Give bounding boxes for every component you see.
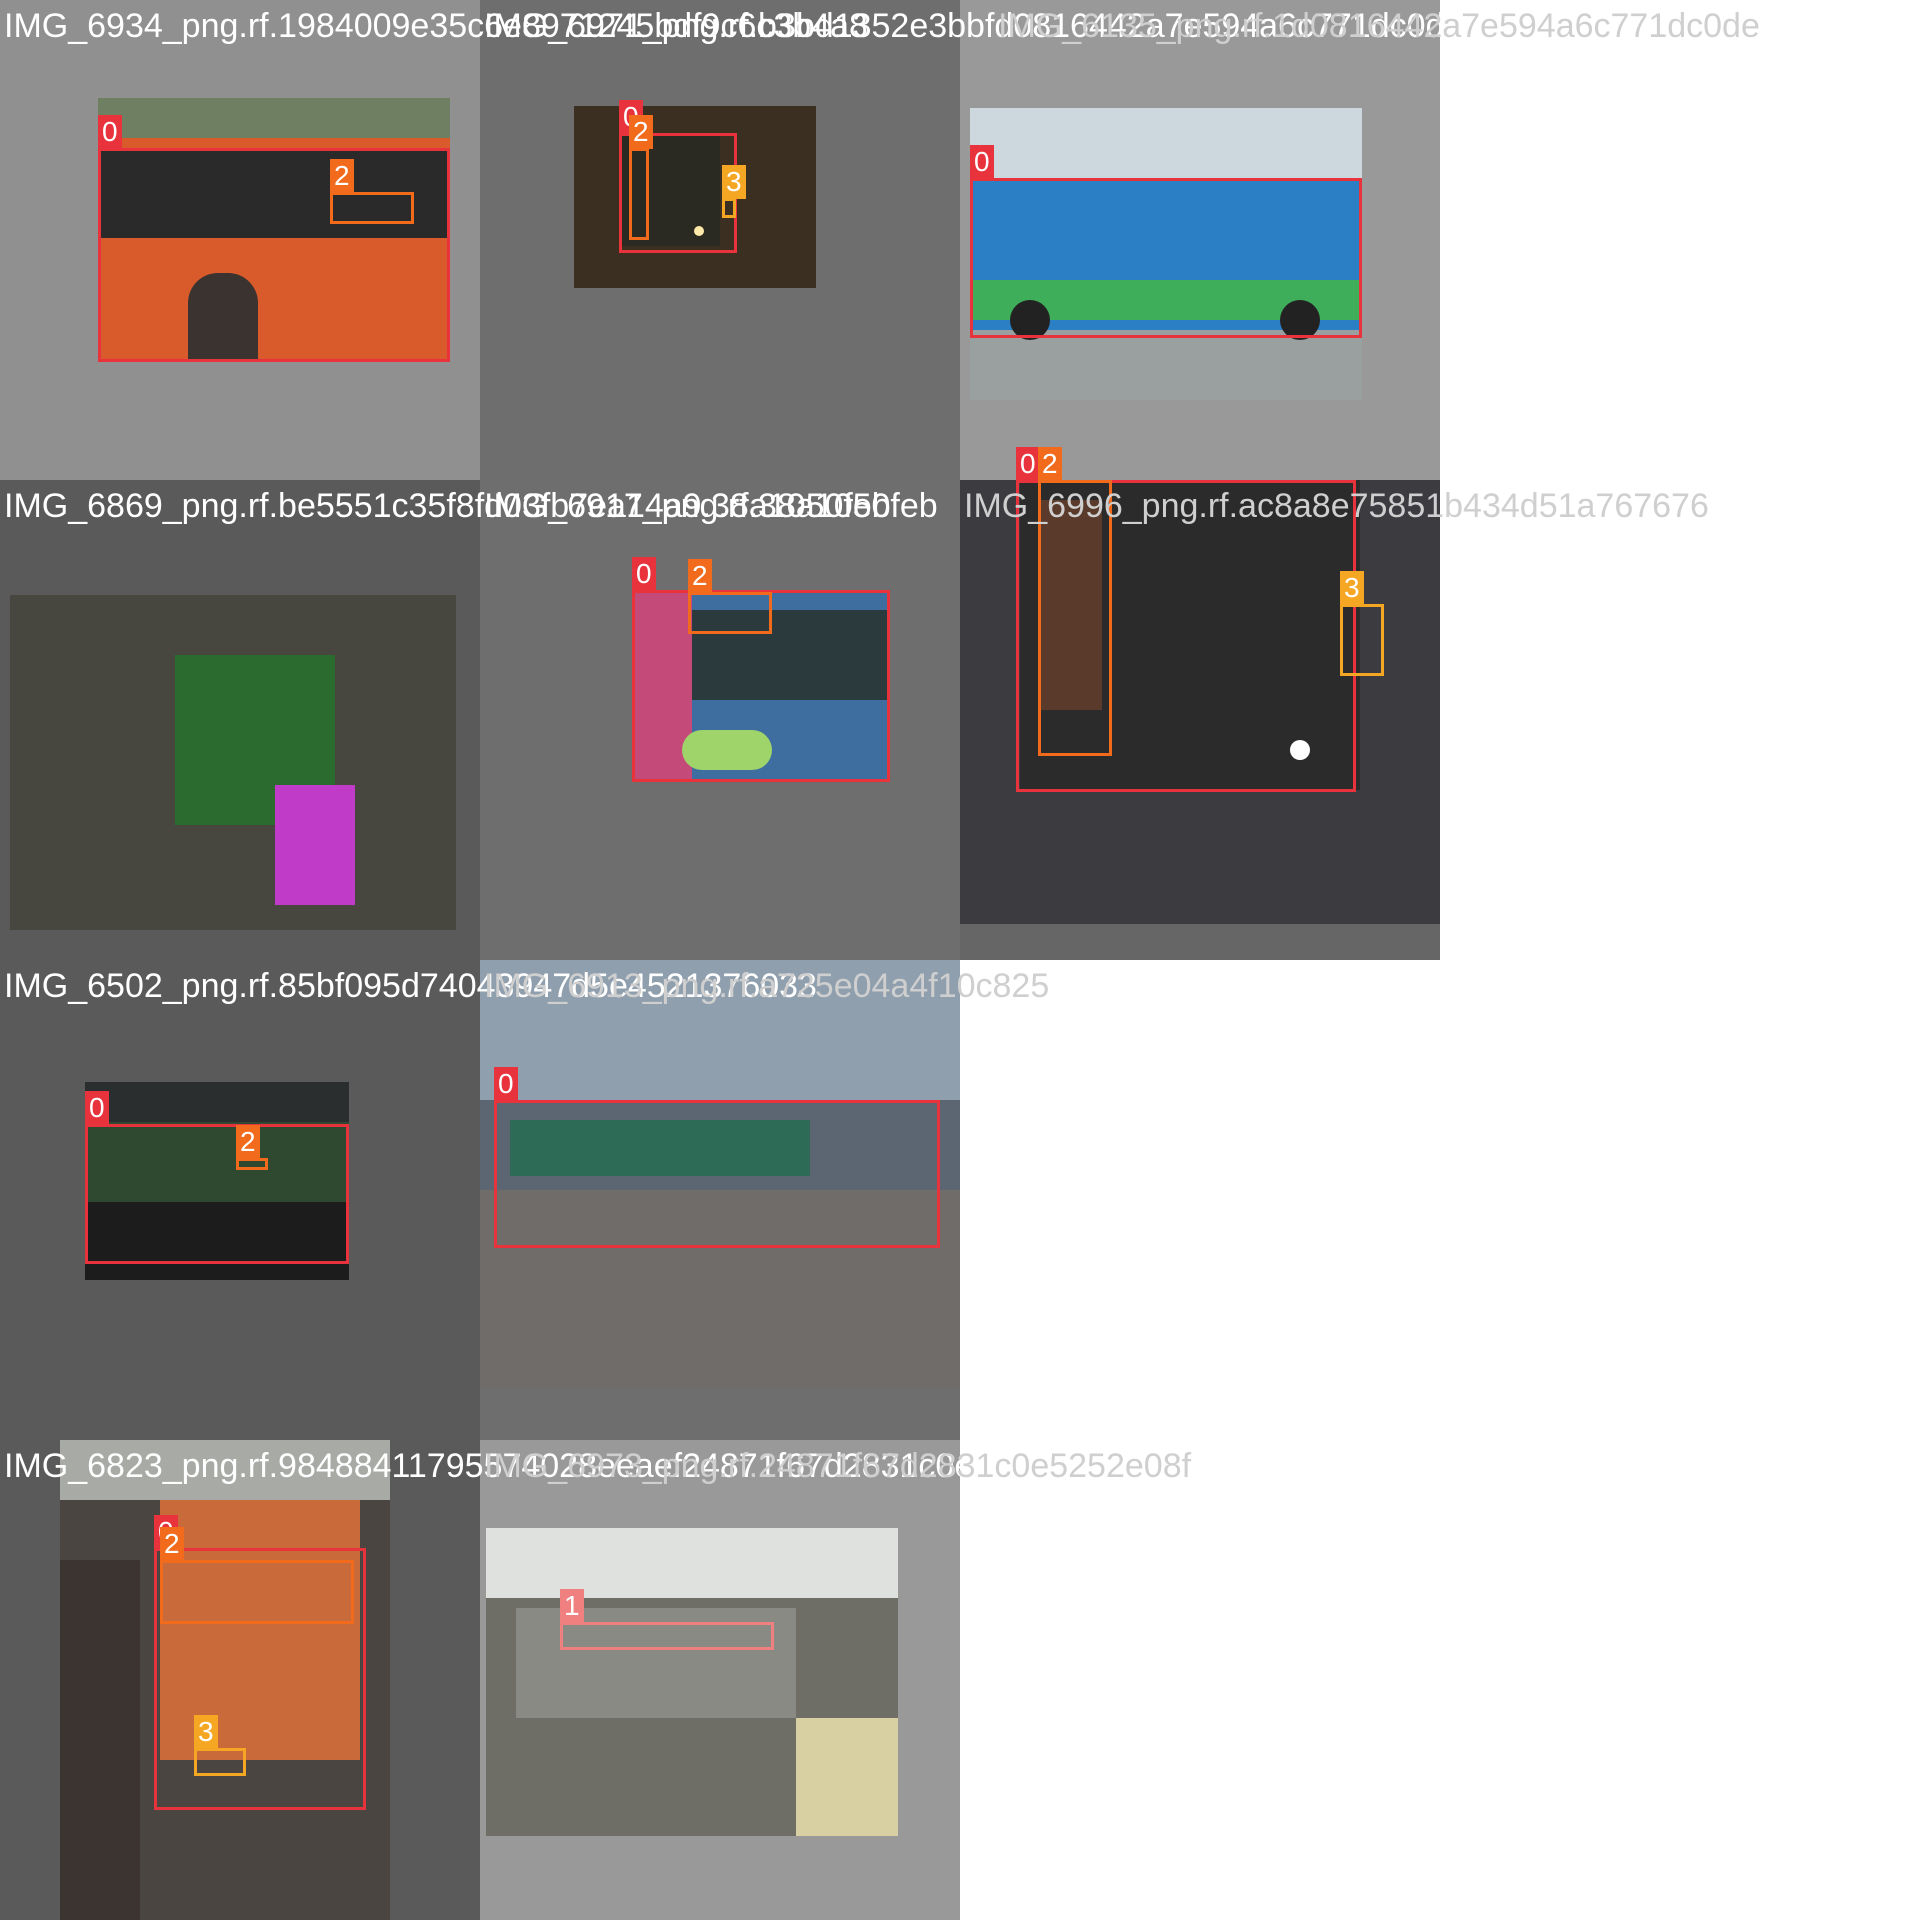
tile-3: 0 bbox=[960, 0, 1440, 480]
detection-mosaic: 0 2 0 2 3 0 bbox=[0, 0, 1920, 1920]
detection-box: 2 bbox=[236, 1125, 268, 1170]
box-label: 2 bbox=[160, 1527, 184, 1561]
box-label: 2 bbox=[330, 159, 354, 193]
detection-box: 3 bbox=[722, 165, 746, 218]
box-label: 0 bbox=[98, 115, 122, 149]
box-label: 0 bbox=[632, 557, 656, 591]
box-label: 0 bbox=[970, 145, 994, 179]
tile-caption: IMG_6913_png.rf.a725e04a4f10c825 bbox=[484, 967, 1050, 1005]
box-label: 0 bbox=[85, 1091, 109, 1125]
photo-bus-stop-shelter bbox=[486, 1528, 898, 1836]
detection-box: 0 bbox=[970, 145, 1362, 338]
detection-box: 1 bbox=[560, 1589, 774, 1650]
tile-4: 0 2 3 bbox=[0, 480, 480, 1312]
detection-box: 0 bbox=[85, 1091, 349, 1264]
tile-caption: IMG_6996_png.rf.ac8a8e75851b434d51a76767… bbox=[964, 487, 1709, 525]
detection-box: 2 bbox=[688, 559, 772, 634]
box-label: 2 bbox=[688, 559, 712, 593]
tile-caption: IMG_6917_png.rf.38a1050feb bbox=[484, 487, 938, 525]
detection-box: 2 bbox=[629, 115, 653, 240]
box-label: 1 bbox=[560, 1589, 584, 1623]
tile-10: 1 bbox=[480, 1440, 960, 1920]
tile-9: 0 2 3 bbox=[0, 1440, 480, 1920]
tile-2: 0 2 3 bbox=[480, 0, 960, 480]
box-label: 2 bbox=[1038, 447, 1062, 481]
box-label: 2 bbox=[629, 115, 653, 149]
detection-box: 2 bbox=[160, 1527, 354, 1624]
detection-box: 2 bbox=[330, 159, 414, 224]
box-label: 2 bbox=[236, 1125, 260, 1159]
tile-7: 0 2 bbox=[0, 960, 480, 1440]
tile-caption: IMG_6135_png.rf.1d0816442a7e594a6c771dc0… bbox=[998, 7, 1760, 45]
tile-5: 0 2 bbox=[480, 480, 960, 960]
detection-box: 3 bbox=[1340, 571, 1384, 676]
box-label: 3 bbox=[1340, 571, 1364, 605]
detection-box: 0 bbox=[494, 1067, 940, 1248]
box-label: 0 bbox=[1016, 447, 1040, 481]
tile-1: 0 2 bbox=[0, 0, 480, 480]
box-label: 0 bbox=[494, 1067, 518, 1101]
box-label: 3 bbox=[722, 165, 746, 199]
detection-box: 3 bbox=[194, 1715, 246, 1776]
tile-8: 0 bbox=[480, 960, 960, 1440]
detection-box: 0 bbox=[98, 115, 450, 362]
box-label: 3 bbox=[194, 1715, 218, 1749]
tile-6: 0 2 3 bbox=[960, 447, 1440, 960]
photo-green-bus-night-rotated bbox=[10, 595, 456, 930]
tile-caption: IMG_6973_png.rf.24871f67d2831c0e5252e08f bbox=[484, 1447, 1192, 1485]
